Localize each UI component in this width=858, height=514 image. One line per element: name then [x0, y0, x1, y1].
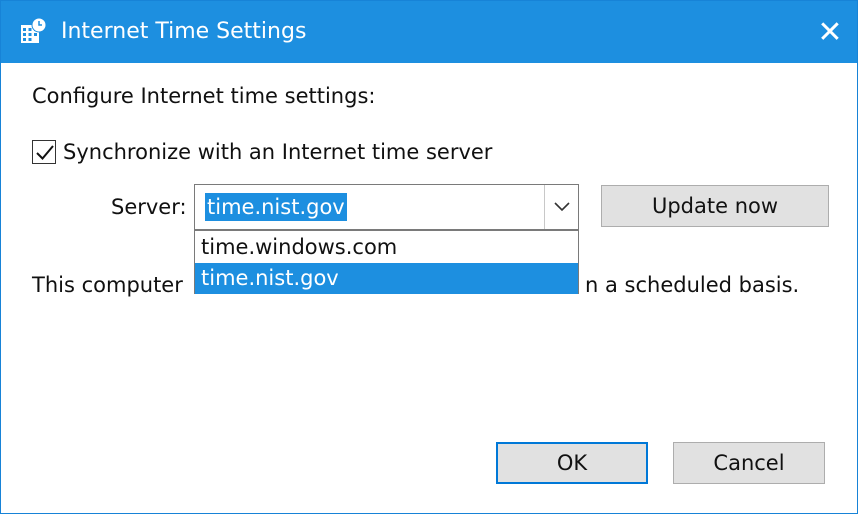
title-bar[interactable]: Internet Time Settings ✕ — [1, 1, 857, 63]
clock-settings-icon — [21, 17, 47, 43]
settings-heading: Configure Internet time settings: — [32, 84, 376, 108]
server-input[interactable]: time.nist.gov — [205, 193, 347, 221]
info-text-right: n a scheduled basis. — [585, 273, 800, 297]
server-combobox[interactable]: time.nist.gov — [194, 184, 579, 230]
window-title: Internet Time Settings — [61, 19, 307, 44]
chevron-down-icon — [553, 202, 570, 212]
dropdown-toggle[interactable] — [544, 185, 578, 229]
sync-checkbox[interactable] — [32, 140, 56, 164]
server-option-nist[interactable]: time.nist.gov — [195, 263, 578, 294]
server-dropdown-list: time.windows.com time.nist.gov — [194, 230, 579, 294]
info-text-left: This computer — [32, 273, 183, 297]
server-label: Server: — [111, 195, 187, 219]
close-button[interactable]: ✕ — [803, 1, 857, 63]
server-option-windows[interactable]: time.windows.com — [195, 232, 578, 263]
sync-checkbox-label[interactable]: Synchronize with an Internet time server — [63, 138, 492, 166]
cancel-button[interactable]: Cancel — [673, 442, 825, 484]
update-now-button[interactable]: Update now — [601, 185, 829, 227]
ok-button[interactable]: OK — [496, 442, 648, 484]
internet-time-settings-dialog: Internet Time Settings ✕ Configure Inter… — [0, 0, 858, 514]
checkmark-icon — [36, 145, 54, 160]
close-icon[interactable]: ✕ — [817, 15, 842, 50]
